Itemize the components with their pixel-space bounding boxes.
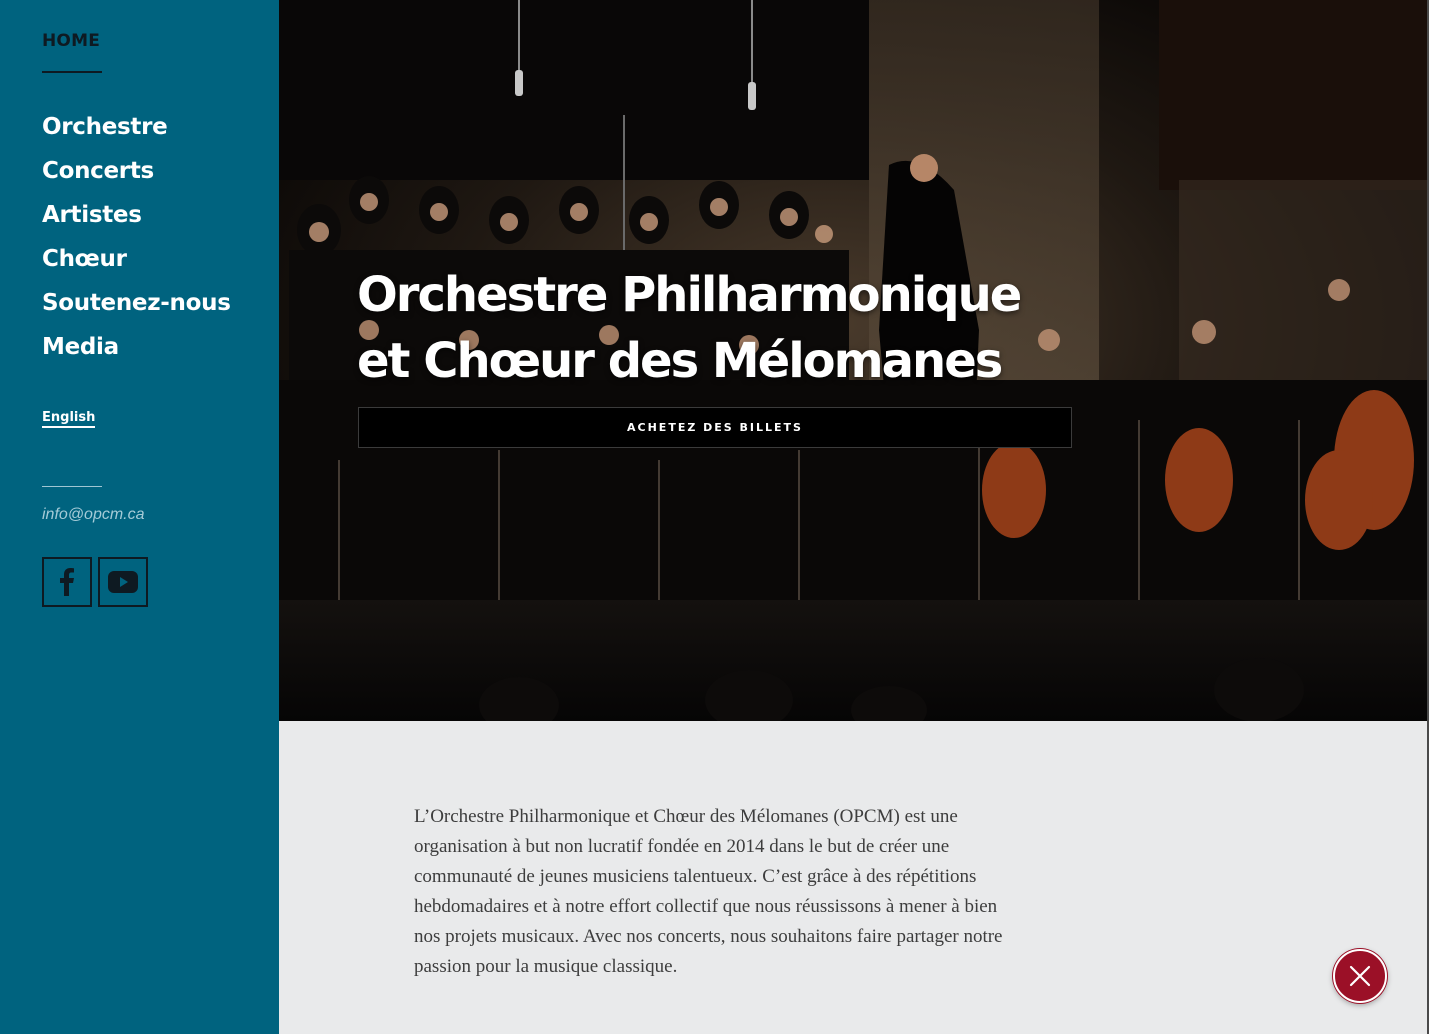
buy-tickets-button[interactable]: ACHETEZ DES BILLETS (358, 407, 1072, 448)
nav-item-concerts[interactable]: Concerts (42, 158, 154, 184)
hero-title: Orchestre Philharmonique et Chœur des Mé… (357, 262, 1117, 394)
nav-item-soutenez-nous[interactable]: Soutenez-nous (42, 290, 231, 316)
close-icon (1349, 965, 1371, 987)
nav-item: Orchestre (42, 108, 231, 152)
hero-title-line-1: Orchestre Philharmonique (357, 267, 1022, 323)
intro-paragraph: L’Orchestre Philharmonique et Chœur des … (414, 806, 1003, 977)
nav-item-choeur[interactable]: Chœur (42, 246, 127, 272)
nav-item-orchestre[interactable]: Orchestre (42, 114, 168, 140)
nav-item-artistes[interactable]: Artistes (42, 202, 142, 228)
sidebar: HOME Orchestre Concerts Artistes Chœur S… (0, 0, 279, 1034)
language-switch-link[interactable]: English (42, 410, 96, 428)
facebook-button[interactable] (42, 557, 92, 607)
home-underline (42, 71, 102, 73)
main-nav: Orchestre Concerts Artistes Chœur Souten… (42, 108, 231, 372)
youtube-button[interactable] (98, 557, 148, 607)
nav-item: Chœur (42, 240, 231, 284)
youtube-icon (108, 571, 138, 593)
close-button[interactable] (1333, 949, 1387, 1003)
hero-title-line-2: et Chœur des Mélomanes (357, 333, 1003, 389)
divider (42, 486, 102, 487)
nav-item-media[interactable]: Media (42, 334, 119, 360)
facebook-icon (60, 568, 74, 596)
nav-home[interactable]: HOME (42, 31, 100, 51)
nav-item: Concerts (42, 152, 231, 196)
email-link[interactable]: info@opcm.ca (42, 506, 145, 524)
nav-item: Media (42, 328, 231, 372)
nav-item: Soutenez-nous (42, 284, 231, 328)
nav-item: Artistes (42, 196, 231, 240)
hero-banner: Orchestre Philharmonique et Chœur des Mé… (279, 0, 1429, 721)
social-links (42, 557, 148, 607)
